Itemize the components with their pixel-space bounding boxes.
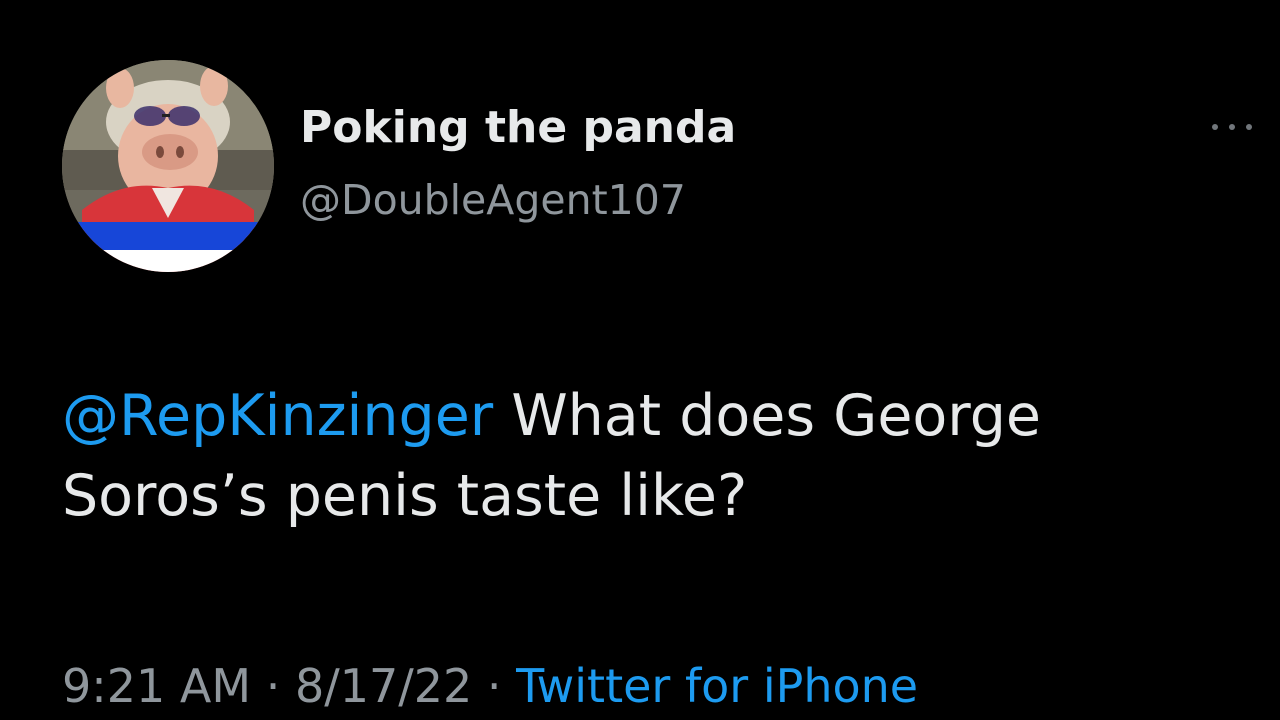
- avatar-image: [62, 60, 274, 272]
- more-horizontal-icon-dot: [1246, 124, 1252, 130]
- author-handle[interactable]: @DoubleAgent107: [300, 172, 686, 228]
- author-display-name[interactable]: Poking the panda: [300, 100, 736, 156]
- more-options-button[interactable]: [1212, 112, 1252, 142]
- tweet-source-link[interactable]: Twitter for iPhone: [516, 659, 918, 713]
- tweet-time[interactable]: 9:21 AM: [62, 659, 251, 713]
- tweet-card: Poking the panda @DoubleAgent107 @RepKin…: [0, 0, 1280, 720]
- meta-separator: ·: [251, 659, 295, 713]
- avatar[interactable]: [62, 60, 274, 272]
- more-horizontal-icon: [1212, 124, 1218, 130]
- meta-separator: ·: [472, 659, 517, 713]
- mention-link[interactable]: @RepKinzinger: [62, 383, 493, 449]
- tweet-text: @RepKinzinger What does George Soros’s p…: [62, 376, 1242, 536]
- tweet-date[interactable]: 8/17/22: [295, 659, 472, 713]
- more-horizontal-icon-dot: [1229, 124, 1235, 130]
- tweet-meta: 9:21 AM · 8/17/22 · Twitter for iPhone: [62, 654, 918, 718]
